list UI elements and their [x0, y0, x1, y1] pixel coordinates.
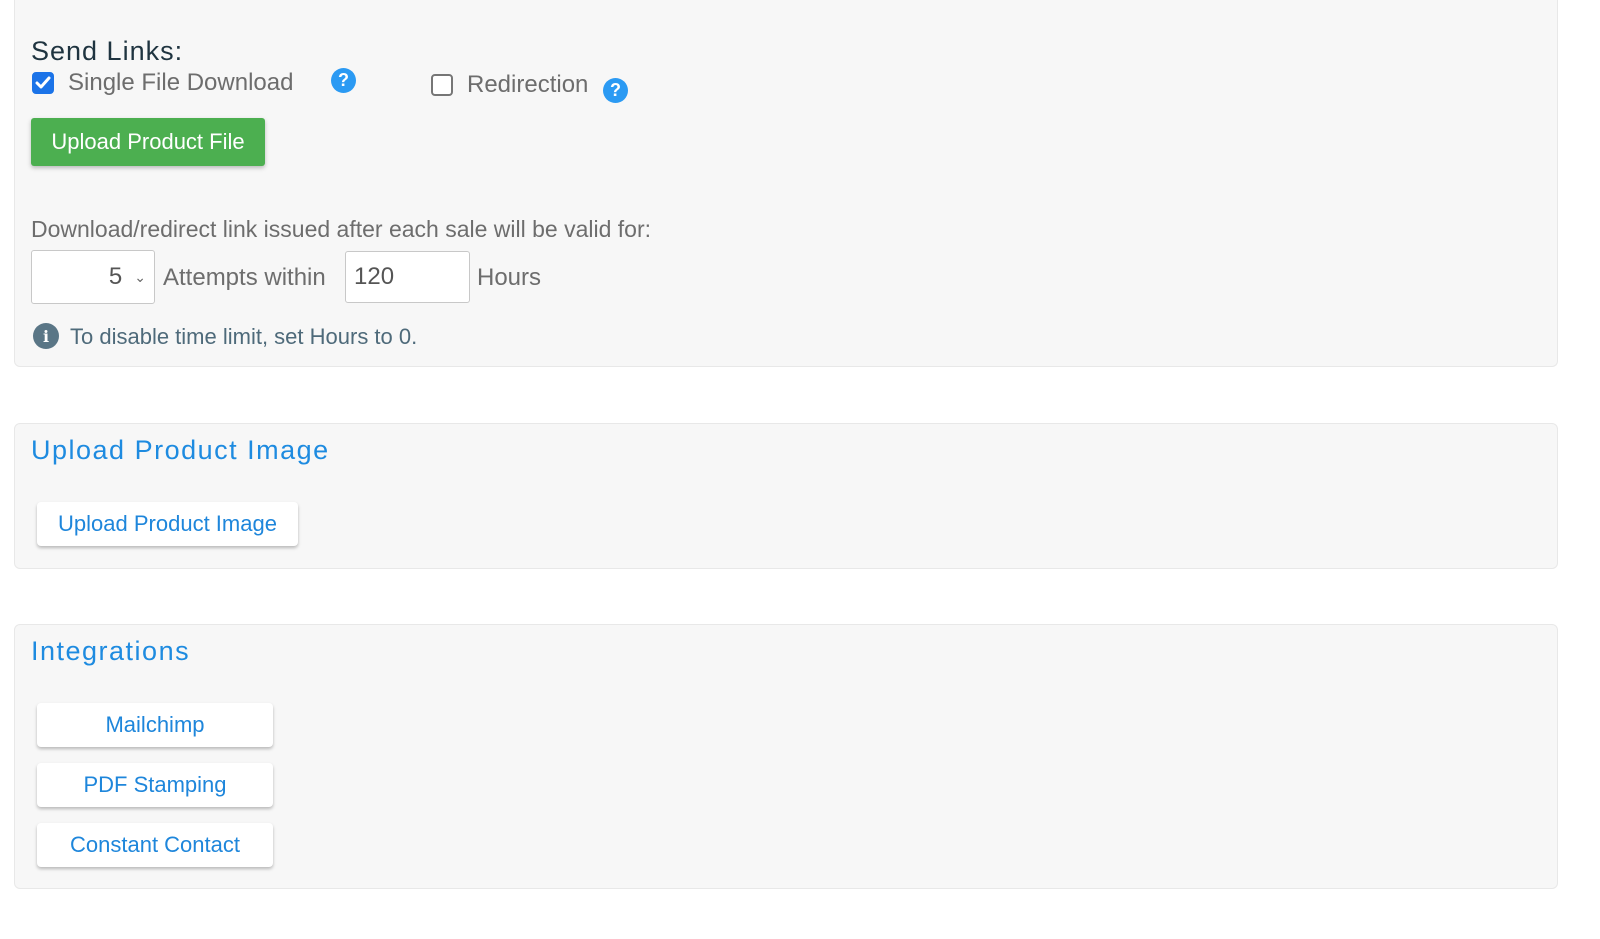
- integrations-title: Integrations: [31, 636, 191, 666]
- mailchimp-button[interactable]: Mailchimp: [37, 703, 273, 747]
- attempts-label: Attempts within: [163, 264, 326, 291]
- constant-contact-button[interactable]: Constant Contact: [37, 823, 273, 867]
- product-image-panel: Upload Product Image Upload Product Imag…: [14, 423, 1558, 569]
- attempts-selected-value: 5: [108, 263, 123, 290]
- info-circle-icon: i: [33, 323, 59, 349]
- send-links-title: Send Links:: [31, 36, 184, 66]
- upload-product-file-button[interactable]: Upload Product File: [31, 118, 265, 166]
- send-links-panel: Send Links: Single File Download ? Redir…: [14, 0, 1558, 367]
- attempts-select[interactable]: 5 ⌄: [31, 250, 155, 304]
- validity-label: Download/redirect link issued after each…: [31, 216, 652, 242]
- product-image-title: Upload Product Image: [31, 435, 330, 465]
- single-file-download-checkbox[interactable]: [32, 72, 54, 94]
- checkmark-icon: [35, 76, 51, 89]
- integrations-panel: Integrations Mailchimp PDF Stamping Cons…: [14, 624, 1558, 889]
- chevron-down-icon: ⌄: [134, 268, 146, 285]
- redirection-label[interactable]: Redirection: [467, 71, 588, 99]
- hours-input[interactable]: [345, 251, 470, 303]
- redirection-checkbox[interactable]: [431, 74, 453, 96]
- info-text: To disable time limit, set Hours to 0.: [70, 324, 418, 349]
- pdf-stamping-button[interactable]: PDF Stamping: [37, 763, 273, 807]
- upload-product-image-button[interactable]: Upload Product Image: [37, 502, 298, 546]
- single-file-download-label[interactable]: Single File Download: [68, 69, 293, 97]
- question-circle-icon[interactable]: ?: [603, 78, 628, 103]
- hours-label: Hours: [477, 264, 542, 291]
- question-circle-icon[interactable]: ?: [331, 68, 356, 93]
